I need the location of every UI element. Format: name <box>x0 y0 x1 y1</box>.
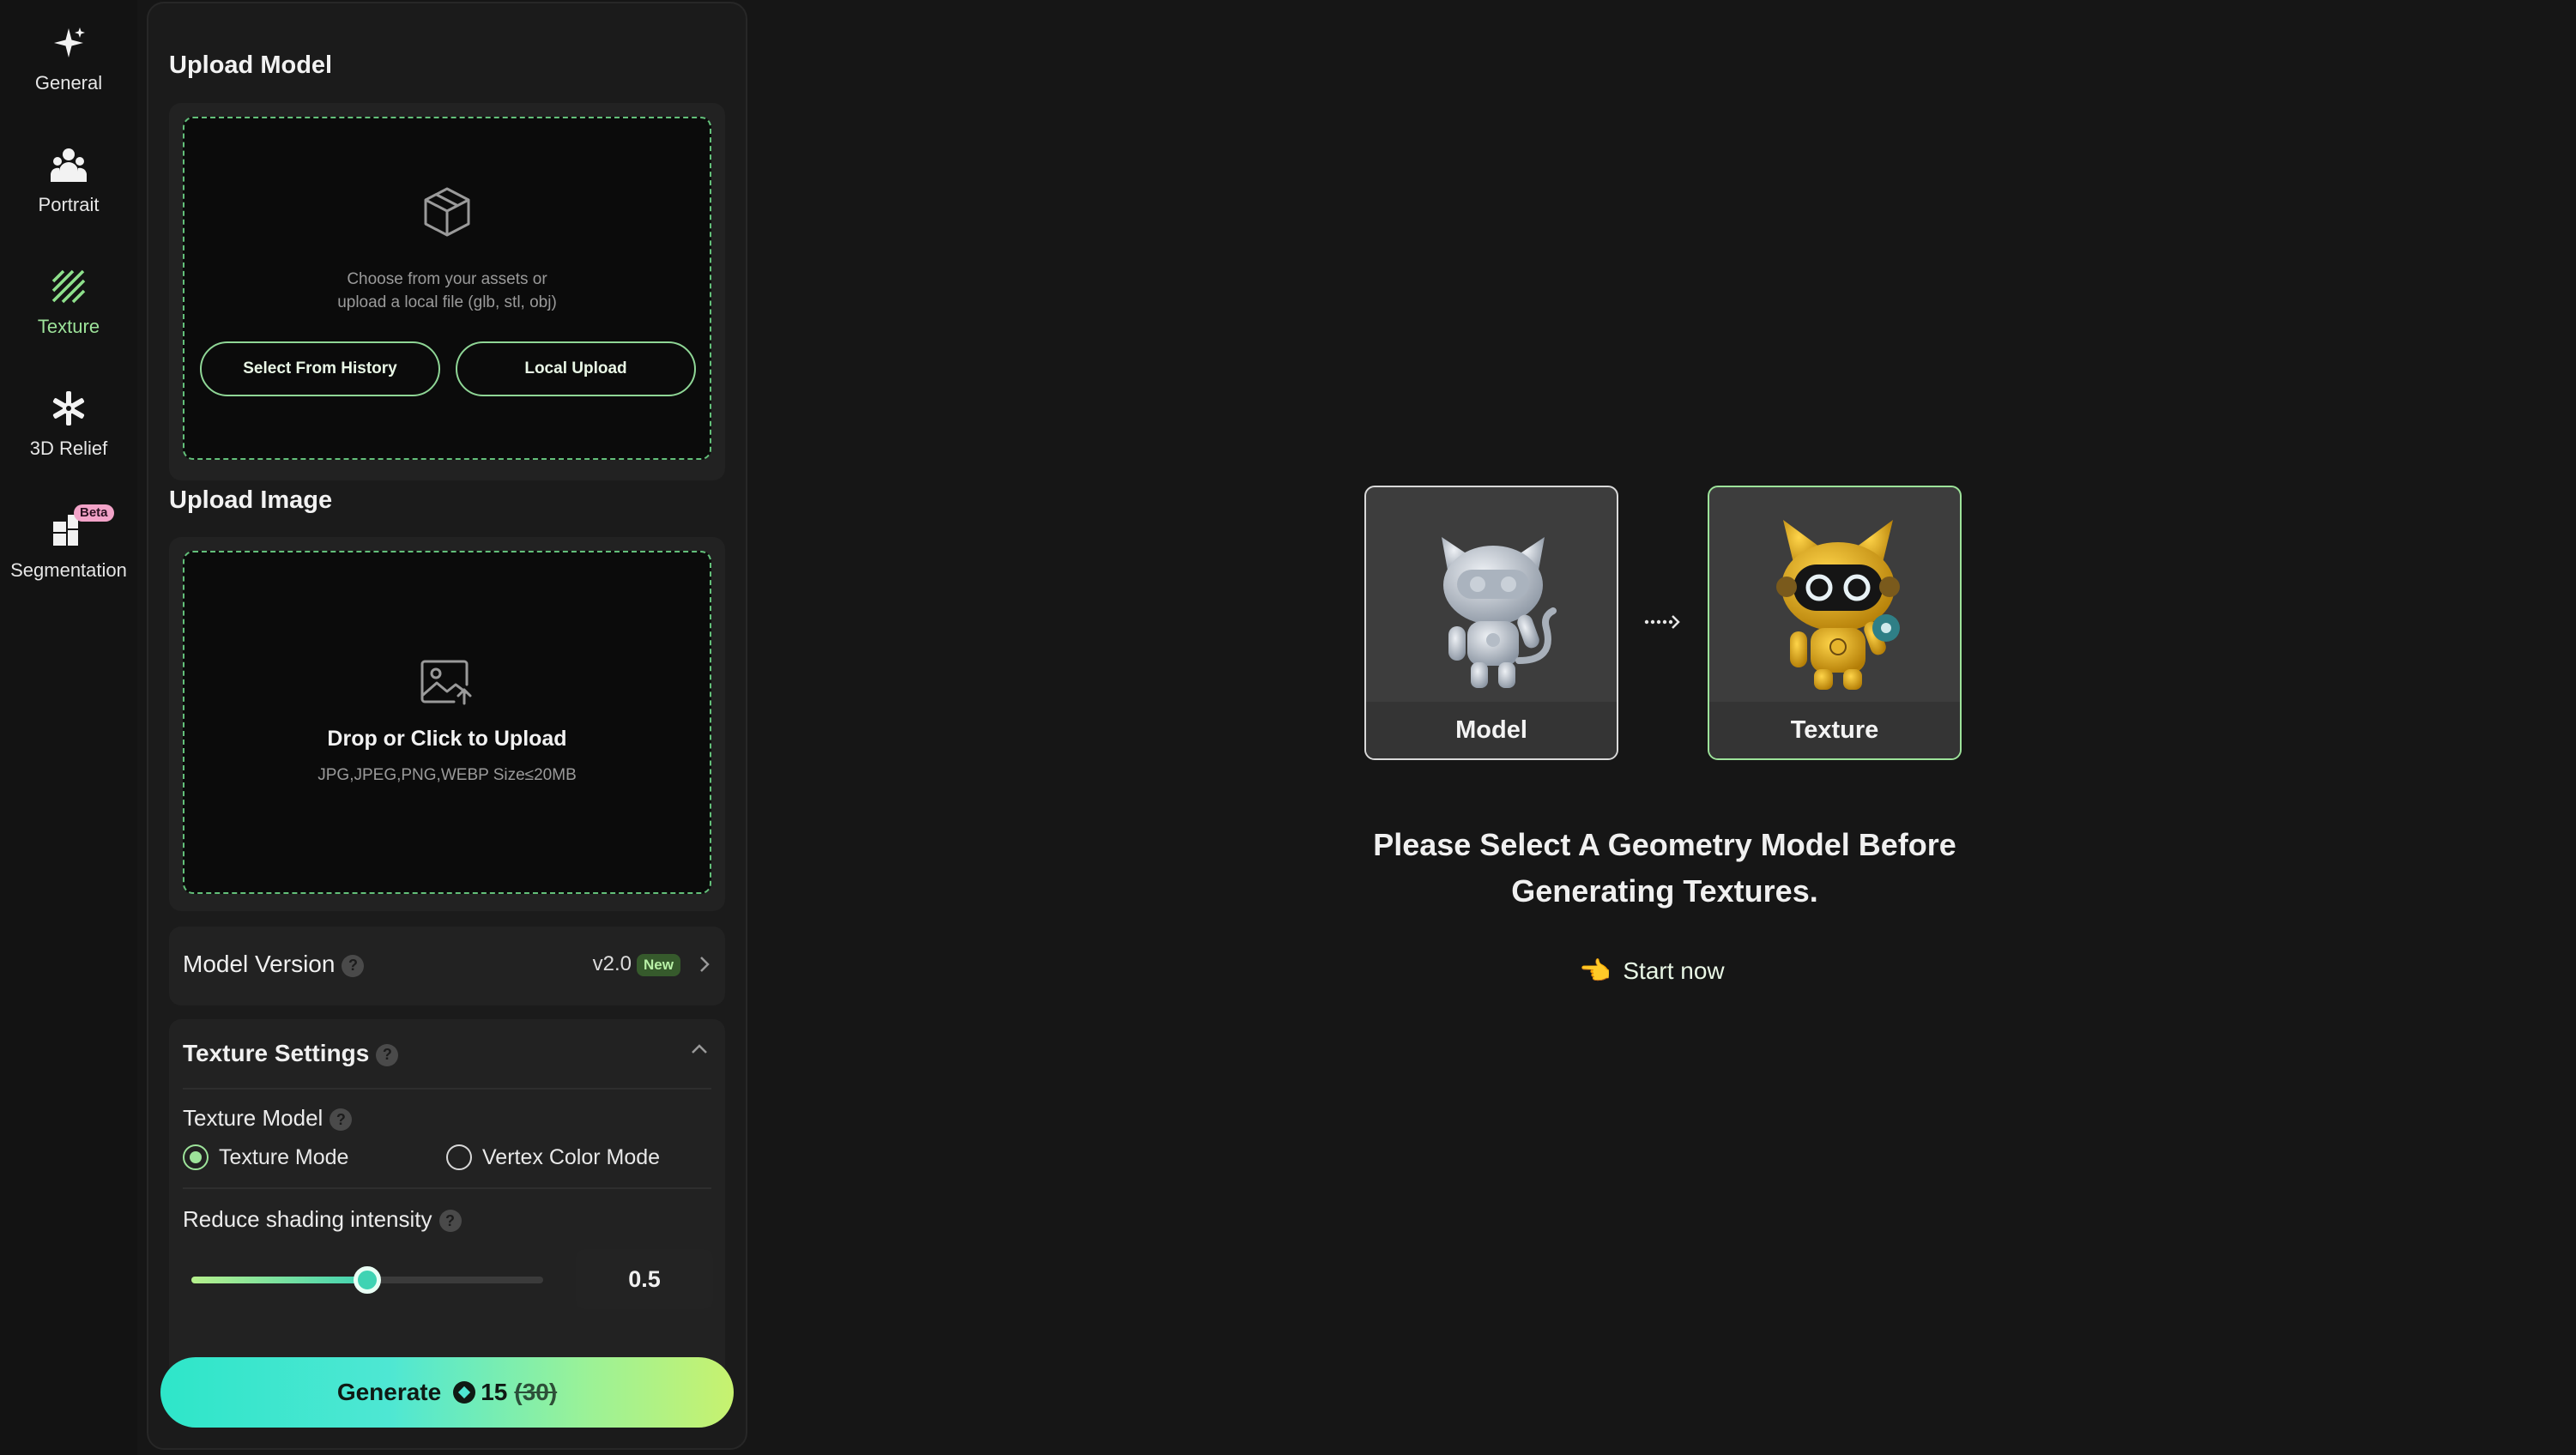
people-icon <box>48 144 89 185</box>
cube-icon <box>420 185 474 243</box>
generate-button[interactable]: Generate 15 (30) <box>160 1357 734 1428</box>
texture-preview-card: Texture <box>1708 486 1962 760</box>
upload-model-card: Choose from your assets or upload a loca… <box>169 103 725 480</box>
model-version-value: v2.0 <box>592 952 632 975</box>
credit-icon <box>453 1381 476 1404</box>
texture-settings-header[interactable]: Texture Settings? <box>183 1040 399 1067</box>
model-version-label: Model Version <box>183 951 336 977</box>
rail-label-portrait: Portrait <box>38 194 100 215</box>
select-from-history-button[interactable]: Select From History <box>200 341 440 396</box>
new-badge: New <box>637 953 680 976</box>
model-preview-card: Model <box>1364 486 1618 760</box>
help-icon[interactable]: ? <box>438 1210 462 1233</box>
texture-settings-card: Texture Settings? Texture Model? Texture… <box>169 1019 725 1380</box>
generate-cost: 15 <box>481 1379 508 1405</box>
shading-value-input[interactable]: 0.5 <box>576 1249 713 1309</box>
model-upload-description: Choose from your assets or upload a loca… <box>337 270 557 311</box>
texture-mode-option[interactable]: Texture Mode <box>183 1144 348 1170</box>
chevron-right-icon <box>698 952 711 981</box>
divider <box>183 1088 711 1090</box>
rail-item-portrait[interactable]: Portrait <box>0 144 137 247</box>
local-upload-button[interactable]: Local Upload <box>456 341 696 396</box>
relief-icon <box>48 388 89 429</box>
rail-item-texture[interactable]: Texture <box>0 266 137 369</box>
upload-model-title: Upload Model <box>169 51 333 79</box>
select-model-message: Please Select A Geometry Model Before Ge… <box>1373 827 1956 909</box>
texture-settings-title: Texture Settings <box>183 1040 370 1066</box>
yellow-robot-cat-image <box>1761 501 1915 699</box>
model-caption: Model <box>1366 702 1617 758</box>
texture-icon <box>48 266 89 307</box>
model-version-row[interactable]: Model Version? v2.0 New <box>169 927 725 1005</box>
rail-label-texture: Texture <box>37 316 100 337</box>
help-icon[interactable]: ? <box>330 1108 353 1132</box>
vertex-color-mode-label: Vertex Color Mode <box>482 1144 661 1169</box>
texture-mode-label: Texture Mode <box>219 1144 349 1169</box>
left-rail: General Portrait Texture 3D Relief Beta … <box>0 0 137 1455</box>
rail-item-3d-relief[interactable]: 3D Relief <box>0 388 137 491</box>
texture-model-label: Texture Model <box>183 1105 324 1131</box>
generate-original-cost: (30) <box>514 1379 558 1405</box>
upload-image-card: Drop or Click to Upload JPG,JPEG,PNG,WEB… <box>169 537 725 911</box>
rail-label-segmentation: Segmentation <box>10 559 127 581</box>
segmentation-icon: Beta <box>48 504 114 551</box>
help-icon[interactable]: ? <box>376 1043 399 1066</box>
image-drop-zone[interactable]: Drop or Click to Upload JPG,JPEG,PNG,WEB… <box>183 551 711 894</box>
upload-image-title: Upload Image <box>169 486 333 514</box>
vertex-color-mode-radio[interactable] <box>446 1144 472 1170</box>
start-now-link[interactable]: 👈 Start now <box>1579 952 1725 990</box>
texture-caption: Texture <box>1709 702 1960 758</box>
image-upload-icon <box>420 659 475 711</box>
divider <box>183 1187 711 1189</box>
settings-panel: Upload Model Choose from your assets or … <box>147 2 747 1450</box>
sparkle-icon <box>48 22 89 63</box>
texture-mode-radio[interactable] <box>183 1144 209 1170</box>
dotted-arrow-icon <box>1644 613 1682 636</box>
gray-robot-cat-image <box>1418 532 1569 699</box>
pointing-hand-icon: 👈 <box>1579 957 1612 986</box>
shading-label: Reduce shading intensity <box>183 1206 432 1232</box>
rail-label-3d-relief: 3D Relief <box>29 438 108 459</box>
model-drop-zone[interactable]: Choose from your assets or upload a loca… <box>183 117 711 460</box>
start-now-label: Start now <box>1623 957 1725 984</box>
drop-or-click-label: Drop or Click to Upload <box>327 727 567 751</box>
supported-formats-text: JPG,JPEG,PNG,WEBP Size≤20MB <box>317 766 577 784</box>
shading-slider[interactable] <box>191 1266 543 1294</box>
slider-handle[interactable] <box>354 1266 381 1294</box>
help-icon[interactable]: ? <box>342 954 365 977</box>
rail-label-general: General <box>34 72 103 94</box>
vertex-color-mode-option[interactable]: Vertex Color Mode <box>446 1144 660 1170</box>
slider-fill <box>191 1277 367 1283</box>
beta-badge: Beta <box>74 504 114 522</box>
rail-item-general[interactable]: General <box>0 22 137 125</box>
generate-label: Generate <box>336 1379 442 1405</box>
chevron-up-icon[interactable] <box>687 1041 711 1061</box>
rail-item-segmentation[interactable]: Beta Segmentation <box>0 504 137 613</box>
